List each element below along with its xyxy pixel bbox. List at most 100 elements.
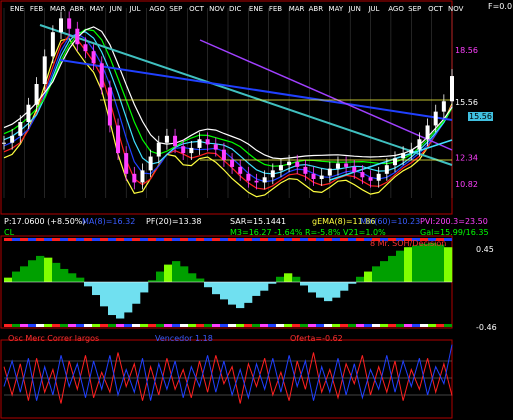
oscillator-bar	[436, 244, 445, 282]
candle-body	[335, 163, 340, 169]
signal-strip-cell	[116, 324, 124, 327]
signal-strip-cell	[412, 324, 420, 327]
candle-body	[311, 173, 316, 179]
candle-body	[26, 104, 31, 122]
candle-body	[392, 158, 397, 166]
candle-body	[99, 63, 104, 88]
signal-strip-cell	[148, 238, 156, 241]
signal-strip-cell	[28, 238, 36, 241]
signal-strip-cell	[68, 238, 76, 241]
candle-body	[270, 170, 275, 178]
candle-body	[319, 175, 324, 179]
candle-body	[156, 142, 161, 157]
bottom-label-mid: Vencedor 1.18	[155, 334, 213, 343]
oscillator-bar	[404, 247, 413, 282]
signal-strip-cell	[156, 238, 164, 241]
cl-label: CL	[4, 228, 15, 237]
month-label: FEB	[269, 5, 282, 13]
oscillator-bar	[140, 282, 149, 293]
signal-strip-cell	[348, 324, 356, 327]
candle-body	[254, 180, 259, 183]
oscillator-bar	[212, 282, 221, 295]
signal-strip-cell	[52, 238, 60, 241]
signal-strip-cell	[124, 238, 132, 241]
oscillator-bar	[220, 282, 229, 300]
month-label: JUN	[109, 5, 122, 13]
signal-strip-cell	[236, 324, 244, 327]
signal-strip-cell	[404, 324, 412, 327]
candle-body	[189, 147, 194, 154]
signal-strip-cell	[332, 324, 340, 327]
signal-strip-cell	[20, 324, 28, 327]
candle-body	[205, 139, 210, 145]
oscillator-bar	[36, 255, 45, 282]
signal-strip-cell	[276, 238, 284, 241]
signal-strip-cell	[236, 238, 244, 241]
oscillator-bar	[28, 260, 37, 282]
month-label: FEB	[30, 5, 43, 13]
oscillator-bar	[108, 282, 117, 316]
signal-strip-cell	[84, 238, 92, 241]
signal-strip-cell	[44, 238, 52, 241]
signal-strip-cell	[340, 238, 348, 241]
signal-strip-cell	[308, 238, 316, 241]
oscillator-bar	[260, 282, 269, 291]
signal-strip-cell	[268, 238, 276, 241]
signal-strip-cell	[388, 324, 396, 327]
candle-body	[360, 172, 365, 178]
signal-strip-cell	[20, 238, 28, 241]
oscillator-bar	[380, 261, 389, 282]
pvi-readout: PVI:200.3=23.50	[420, 217, 488, 226]
month-label: ABR	[70, 5, 85, 13]
signal-strip-cell	[196, 238, 204, 241]
candle-body	[124, 153, 129, 174]
month-label: JUL	[367, 5, 379, 13]
signal-strip-cell	[244, 324, 252, 327]
signal-strip-cell	[420, 324, 428, 327]
signal-strip-cell	[60, 238, 68, 241]
oscillator-bar	[244, 282, 253, 303]
signal-strip-cell	[76, 238, 84, 241]
oscillator-bar	[132, 282, 141, 304]
chart-svg: ENE FEB MAR ABR MAY JUN JUL AGO SEP OCT NOV DIC ENE F…	[0, 0, 478, 419]
candle-body	[441, 101, 446, 112]
signal-strip-cell	[300, 238, 308, 241]
oscillator-bar	[164, 264, 173, 282]
candle-body	[246, 173, 251, 181]
month-label: AGO	[149, 5, 165, 13]
oscillator-bar	[44, 257, 53, 282]
signal-strip-cell	[36, 238, 44, 241]
signal-strip-cell	[148, 324, 156, 327]
signal-strip-cell	[260, 324, 268, 327]
candle-body	[213, 144, 218, 150]
signal-strip-cell	[228, 238, 236, 241]
candle-body	[42, 56, 47, 84]
oscillator-bar	[188, 273, 197, 282]
signal-strip-cell	[276, 324, 284, 327]
oscillator-bar	[372, 266, 381, 282]
candle-body	[116, 125, 121, 154]
signal-strip-cell	[316, 238, 324, 241]
oscillator-bar	[180, 266, 189, 282]
signal-strip-cell	[164, 324, 172, 327]
signal-strip-cell	[356, 238, 364, 241]
oscillator-bar	[252, 282, 261, 296]
oscillator-bar	[324, 282, 333, 302]
oscillator-bar	[228, 282, 237, 305]
bottom-label-right: Oferta=-0.62	[290, 334, 343, 343]
candle-body	[132, 173, 137, 183]
oscillator-bar	[364, 271, 373, 282]
price-axis-label: 18.56	[455, 46, 478, 55]
candle-body	[425, 125, 430, 140]
candle-body	[327, 168, 332, 176]
signal-strip-cell	[324, 238, 332, 241]
oscillator-bar	[204, 282, 213, 288]
month-label: SEP	[169, 5, 182, 13]
signal-strip-cell	[164, 238, 172, 241]
signal-strip-cell	[12, 324, 20, 327]
month-label: MAR	[50, 5, 66, 13]
candle-body	[148, 156, 153, 171]
signal-strip-cell	[212, 324, 220, 327]
min-readout: Min(60)=10.23	[360, 217, 421, 226]
signal-strip-cell	[92, 238, 100, 241]
